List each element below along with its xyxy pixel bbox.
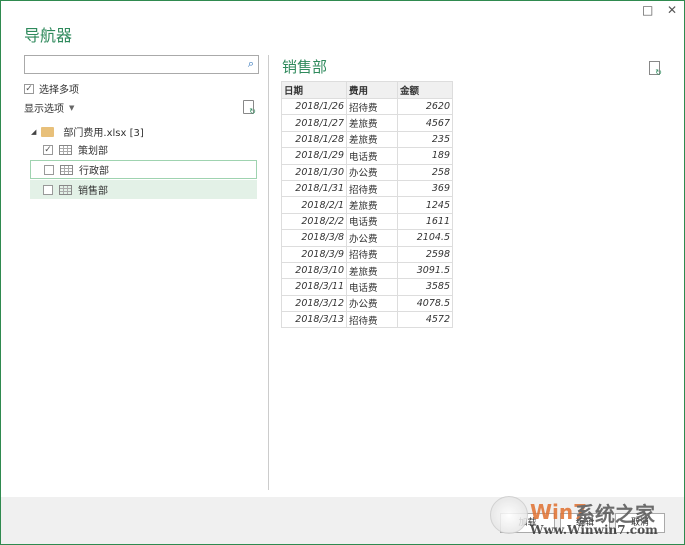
tree-item-销售部[interactable]: 销售部 xyxy=(30,180,257,199)
table-row: 2018/2/1 差旅费 1245 xyxy=(281,196,453,214)
table-cell: 办公费 xyxy=(346,229,398,247)
table-row: 2018/1/31 招待费 369 xyxy=(281,179,453,198)
table-cell: 2018/3/9 xyxy=(281,245,347,263)
table-cell: 2018/3/10 xyxy=(281,261,347,280)
table-cell: 2598 xyxy=(397,245,453,263)
column-header[interactable]: 金额 xyxy=(397,81,453,99)
table-row: 2018/3/13 招待费 4572 xyxy=(281,311,453,329)
table-cell: 2018/1/27 xyxy=(281,114,347,132)
table-cell: 2018/2/1 xyxy=(281,196,347,214)
table-cell: 差旅费 xyxy=(346,261,398,280)
search-box[interactable]: ⌕ xyxy=(24,55,259,74)
item-label: 策划部 xyxy=(78,146,108,157)
table-cell: 2018/3/13 xyxy=(281,311,347,329)
preview-table: 日期 费用 金额 2018/1/26 招待费 2620 2018/1/27 差旅费 456… xyxy=(281,81,453,329)
chevron-down-icon: ▼ xyxy=(69,103,75,112)
table-row: 2018/1/28 差旅费 235 xyxy=(281,130,453,149)
preview-title: 销售部 xyxy=(282,58,328,76)
tree-item-策划部[interactable]: ✓ 策划部 xyxy=(30,140,257,159)
table-cell: 2018/1/26 xyxy=(281,97,347,116)
table-icon xyxy=(59,184,72,195)
collapse-triangle-icon[interactable]: ◢ xyxy=(31,128,36,136)
multi-select-checkbox[interactable]: ✓ xyxy=(24,83,34,94)
table-cell: 电话费 xyxy=(346,278,398,296)
table-cell: 2018/1/28 xyxy=(281,130,347,149)
close-button[interactable]: ✕ xyxy=(667,3,677,17)
item-checkbox[interactable] xyxy=(43,184,53,195)
dialog-title: 导航器 xyxy=(24,26,73,45)
column-header[interactable]: 日期 xyxy=(281,81,347,99)
table-cell: 差旅费 xyxy=(346,196,398,214)
table-row: 2018/1/30 办公费 258 xyxy=(281,163,453,181)
table-cell: 258 xyxy=(397,163,453,181)
table-cell: 2104.5 xyxy=(397,229,453,247)
table-cell: 2018/3/8 xyxy=(281,229,347,247)
table-row: 2018/3/12 办公费 4078.5 xyxy=(281,294,453,313)
table-cell: 办公费 xyxy=(346,163,398,181)
refresh-preview-icon[interactable]: ↻ xyxy=(649,61,662,77)
table-cell: 1245 xyxy=(397,196,453,214)
folder-icon xyxy=(41,126,55,137)
table-cell: 3585 xyxy=(397,278,453,296)
table-cell: 2018/1/31 xyxy=(281,179,347,198)
maximize-button[interactable]: □ xyxy=(642,3,653,17)
item-label: 行政部 xyxy=(79,166,109,177)
table-row: 2018/1/26 招待费 2620 xyxy=(281,97,453,116)
table-cell: 2018/3/11 xyxy=(281,278,347,296)
table-cell: 招待费 xyxy=(346,311,398,329)
edit-button[interactable]: 编辑 xyxy=(560,513,610,533)
table-cell: 2018/1/29 xyxy=(281,147,347,165)
table-cell: 3091.5 xyxy=(397,261,453,280)
table-cell: 369 xyxy=(397,179,453,198)
tree-file-node[interactable]: ◢ 部门费用.xlsx [3] xyxy=(31,124,144,139)
table-row: 2018/3/11 电话费 3585 xyxy=(281,278,453,296)
file-name: 部门费用.xlsx [3] xyxy=(63,128,144,139)
item-checkbox[interactable] xyxy=(44,164,54,175)
search-input[interactable] xyxy=(25,56,235,73)
table-cell: 4078.5 xyxy=(397,294,453,313)
table-row: 2018/3/8 办公费 2104.5 xyxy=(281,229,453,247)
table-cell: 差旅费 xyxy=(346,114,398,132)
table-cell: 招待费 xyxy=(346,97,398,116)
pane-splitter[interactable] xyxy=(268,55,269,490)
display-options-dropdown[interactable]: 显示选项 ▼ xyxy=(24,100,75,116)
item-label: 销售部 xyxy=(78,186,108,197)
table-icon xyxy=(59,144,72,155)
cancel-button[interactable]: 取消 xyxy=(615,513,665,533)
table-row: 2018/1/27 差旅费 4567 xyxy=(281,114,453,132)
table-cell: 189 xyxy=(397,147,453,165)
table-row: 2018/3/10 差旅费 3091.5 xyxy=(281,261,453,280)
table-cell: 235 xyxy=(397,130,453,149)
table-row: 2018/1/29 电话费 189 xyxy=(281,147,453,165)
table-cell: 2018/1/30 xyxy=(281,163,347,181)
table-cell: 招待费 xyxy=(346,179,398,198)
load-button[interactable]: 加载 xyxy=(500,513,555,533)
table-cell: 电话费 xyxy=(346,212,398,231)
table-cell: 1611 xyxy=(397,212,453,231)
display-options-label: 显示选项 xyxy=(24,104,64,115)
table-cell: 差旅费 xyxy=(346,130,398,149)
table-row: 2018/2/2 电话费 1611 xyxy=(281,212,453,231)
table-row: 2018/3/9 招待费 2598 xyxy=(281,245,453,263)
table-cell: 2018/3/12 xyxy=(281,294,347,313)
column-header[interactable]: 费用 xyxy=(346,81,398,99)
table-cell: 2620 xyxy=(397,97,453,116)
table-icon xyxy=(60,164,73,175)
refresh-file-icon[interactable]: ↻ xyxy=(243,100,256,116)
table-cell: 招待费 xyxy=(346,245,398,263)
table-cell: 2018/2/2 xyxy=(281,212,347,231)
multi-select-label: 选择多项 xyxy=(39,85,79,96)
table-cell: 4567 xyxy=(397,114,453,132)
item-checkbox[interactable]: ✓ xyxy=(43,144,53,155)
table-cell: 办公费 xyxy=(346,294,398,313)
tree-item-行政部[interactable]: 行政部 xyxy=(30,160,257,179)
multi-select-option[interactable]: ✓ 选择多项 xyxy=(24,81,79,96)
table-cell: 电话费 xyxy=(346,147,398,165)
table-cell: 4572 xyxy=(397,311,453,329)
search-icon[interactable]: ⌕ xyxy=(248,57,254,71)
